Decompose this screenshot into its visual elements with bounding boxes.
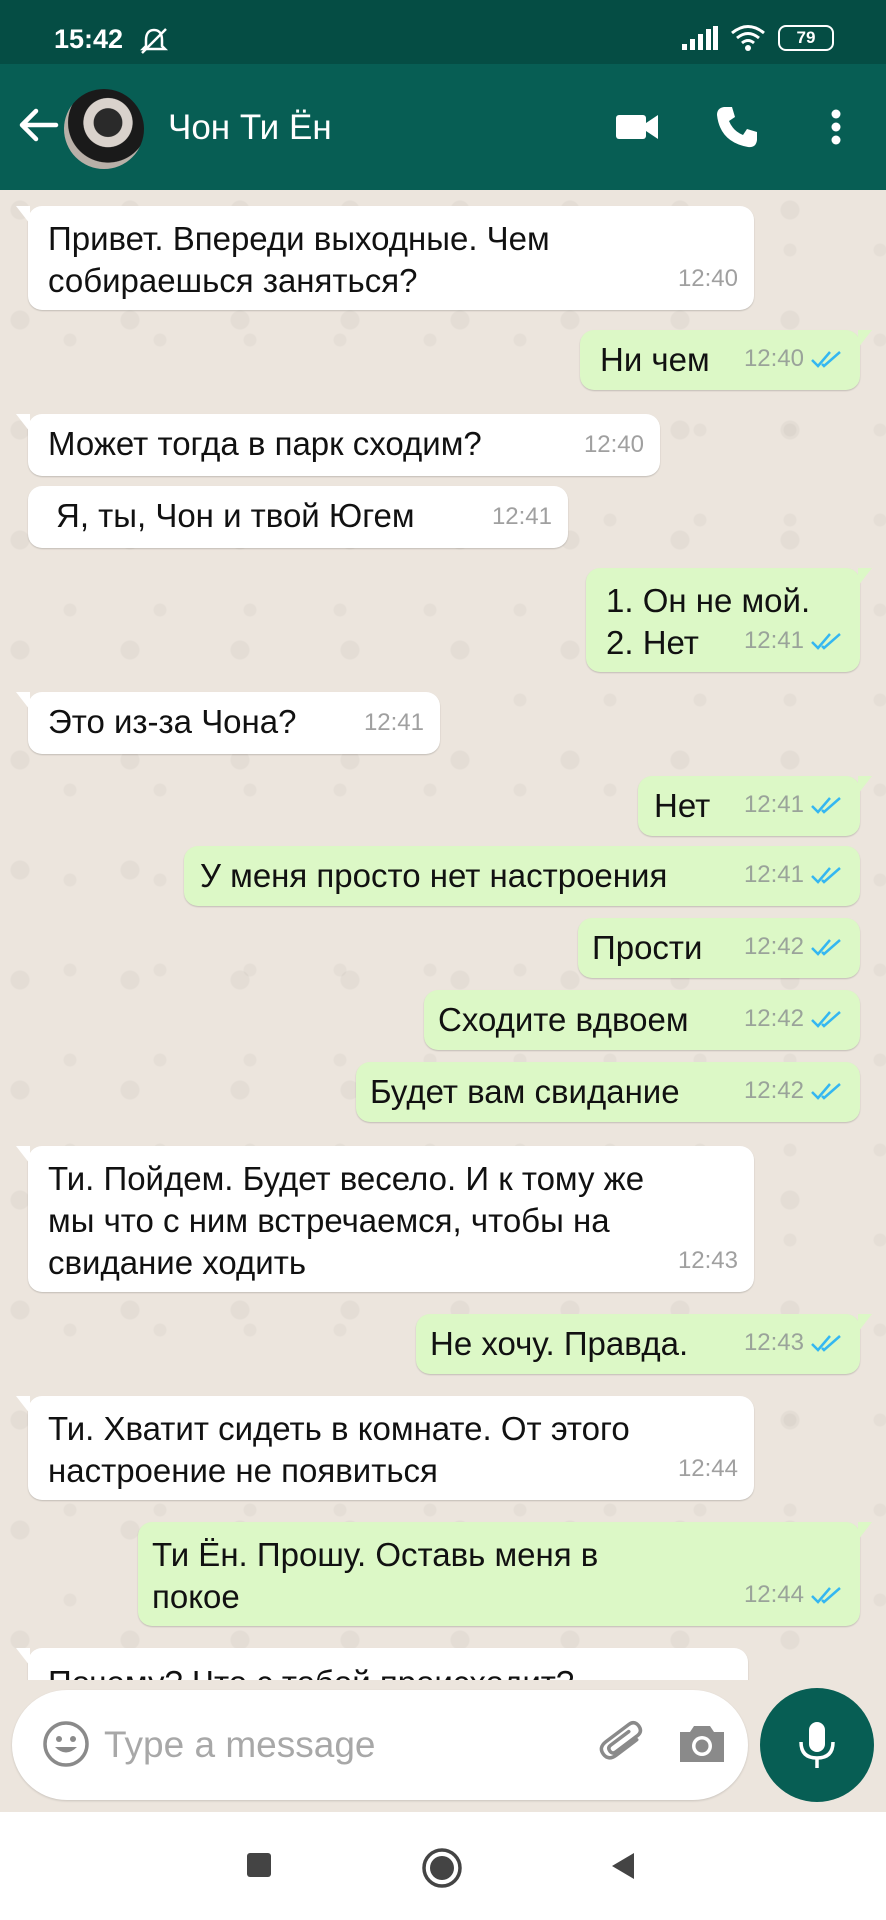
back-triangle-icon[interactable] [608,1850,640,1882]
message-text: Это из-за Чона? [48,703,297,740]
message-text: Я, ты, Чон и твой Югем [56,497,415,534]
message-text: Будет вам свидание [370,1073,680,1110]
read-ticks-icon [811,1335,841,1352]
microphone-icon [799,1722,835,1768]
message-time: 12:44 [743,1581,804,1608]
message-incoming[interactable]: Может тогда в парк сходим? 12:40 [16,414,660,476]
message-composer [12,1690,748,1800]
message-input[interactable] [104,1710,574,1780]
message-text: Нет [654,787,711,824]
message-text: У меня просто нет настроения [200,857,668,894]
message-outgoing[interactable]: 1. Он не мой. 2. Нет 12:41 [586,568,872,672]
message-outgoing[interactable]: Ни чем 12:40 [580,330,872,390]
read-ticks-icon [811,633,841,650]
message-text: Может тогда в парк сходим? [48,425,482,462]
more-options-icon[interactable] [812,102,860,152]
message-outgoing[interactable]: Нет 12:41 [638,776,872,836]
mic-button[interactable] [760,1688,874,1802]
message-incoming[interactable]: Это из-за Чона? 12:41 [16,692,440,754]
message-time: 12:41 [491,503,552,530]
message-time: 12:40 [583,431,644,458]
recents-square-icon[interactable] [244,1850,274,1880]
read-ticks-icon [811,867,841,884]
message-incoming[interactable]: Я, ты, Чон и твой Югем 12:41 [28,486,568,548]
read-ticks-icon [811,1587,841,1604]
message-time: 12:44 [677,1455,738,1482]
message-time: 12:42 [743,1077,804,1104]
message-time: 12:41 [743,627,804,654]
read-ticks-icon [811,351,841,368]
message-text: Ни чем [600,341,710,378]
message-text: Ти. Хватит сидеть в комнате. От этого на… [48,1410,630,1489]
contact-name[interactable]: Чон Ти Ён [168,108,332,148]
read-ticks-icon [811,1083,841,1100]
read-ticks-icon [811,939,841,956]
signal-icon [682,26,718,50]
message-time: 12:41 [743,791,804,818]
message-outgoing[interactable]: Прости 12:42 [578,918,860,978]
back-arrow-icon[interactable] [18,104,60,146]
voice-call-icon[interactable] [712,102,762,152]
message-outgoing[interactable]: Будет вам свидание 12:42 [356,1062,860,1122]
message-text: Сходите вдвоем [438,1001,689,1038]
message-list[interactable]: Привет. Впереди выходные. Чем собираешьс… [0,190,886,1680]
message-time: 12:42 [743,1005,804,1032]
home-circle-icon[interactable] [420,1846,464,1890]
message-time: 12:43 [743,1329,804,1356]
message-time: 12:41 [363,709,424,736]
message-outgoing[interactable]: Не хочу. Правда. 12:43 [416,1314,872,1374]
contact-avatar[interactable] [64,89,144,169]
battery-indicator: 79 [778,25,834,51]
message-incoming[interactable]: Привет. Впереди выходные. Чем собираешьс… [16,206,754,310]
message-incoming[interactable]: Ти. Пойдем. Будет весело. И к тому же мы… [16,1146,754,1292]
muted-bell-icon [139,28,169,54]
camera-icon[interactable] [676,1718,728,1770]
message-text: Почему? Что с тобой происходит? [48,1664,574,1680]
video-call-icon[interactable] [612,102,662,152]
read-ticks-icon [811,1011,841,1028]
message-time: 12:40 [743,345,804,372]
status-bar: 15:42 79 [0,0,886,64]
status-icons: 79 [682,24,834,52]
message-text: Не хочу. Правда. [430,1325,689,1362]
message-incoming[interactable]: Ти. Хватит сидеть в комнате. От этого на… [16,1396,754,1500]
message-text: Прости [592,929,703,966]
message-incoming-partial[interactable]: Почему? Что с тобой происходит? [16,1648,748,1680]
message-time: 12:42 [743,933,804,960]
message-outgoing[interactable]: Ти Ён. Прошу. Оставь меня в покое 12:44 [138,1522,872,1626]
wifi-icon [731,25,765,51]
message-time: 12:43 [677,1247,738,1274]
message-time: 12:40 [677,265,738,292]
paperclip-icon[interactable] [596,1716,652,1772]
message-outgoing[interactable]: Сходите вдвоем 12:42 [424,990,860,1050]
status-time: 15:42 [54,24,124,54]
message-text: Ти Ён. Прошу. Оставь меня в покое [152,1536,599,1615]
read-ticks-icon [811,797,841,814]
system-navigation-bar [0,1812,886,1920]
emoji-icon[interactable] [40,1718,92,1770]
message-text: Привет. Впереди выходные. Чем собираешьс… [48,220,550,299]
chat-header: Чон Ти Ён [0,64,886,190]
message-time: 12:41 [743,861,804,888]
message-text: Ти. Пойдем. Будет весело. И к тому же мы… [48,1160,645,1281]
message-outgoing[interactable]: У меня просто нет настроения 12:41 [184,846,860,906]
